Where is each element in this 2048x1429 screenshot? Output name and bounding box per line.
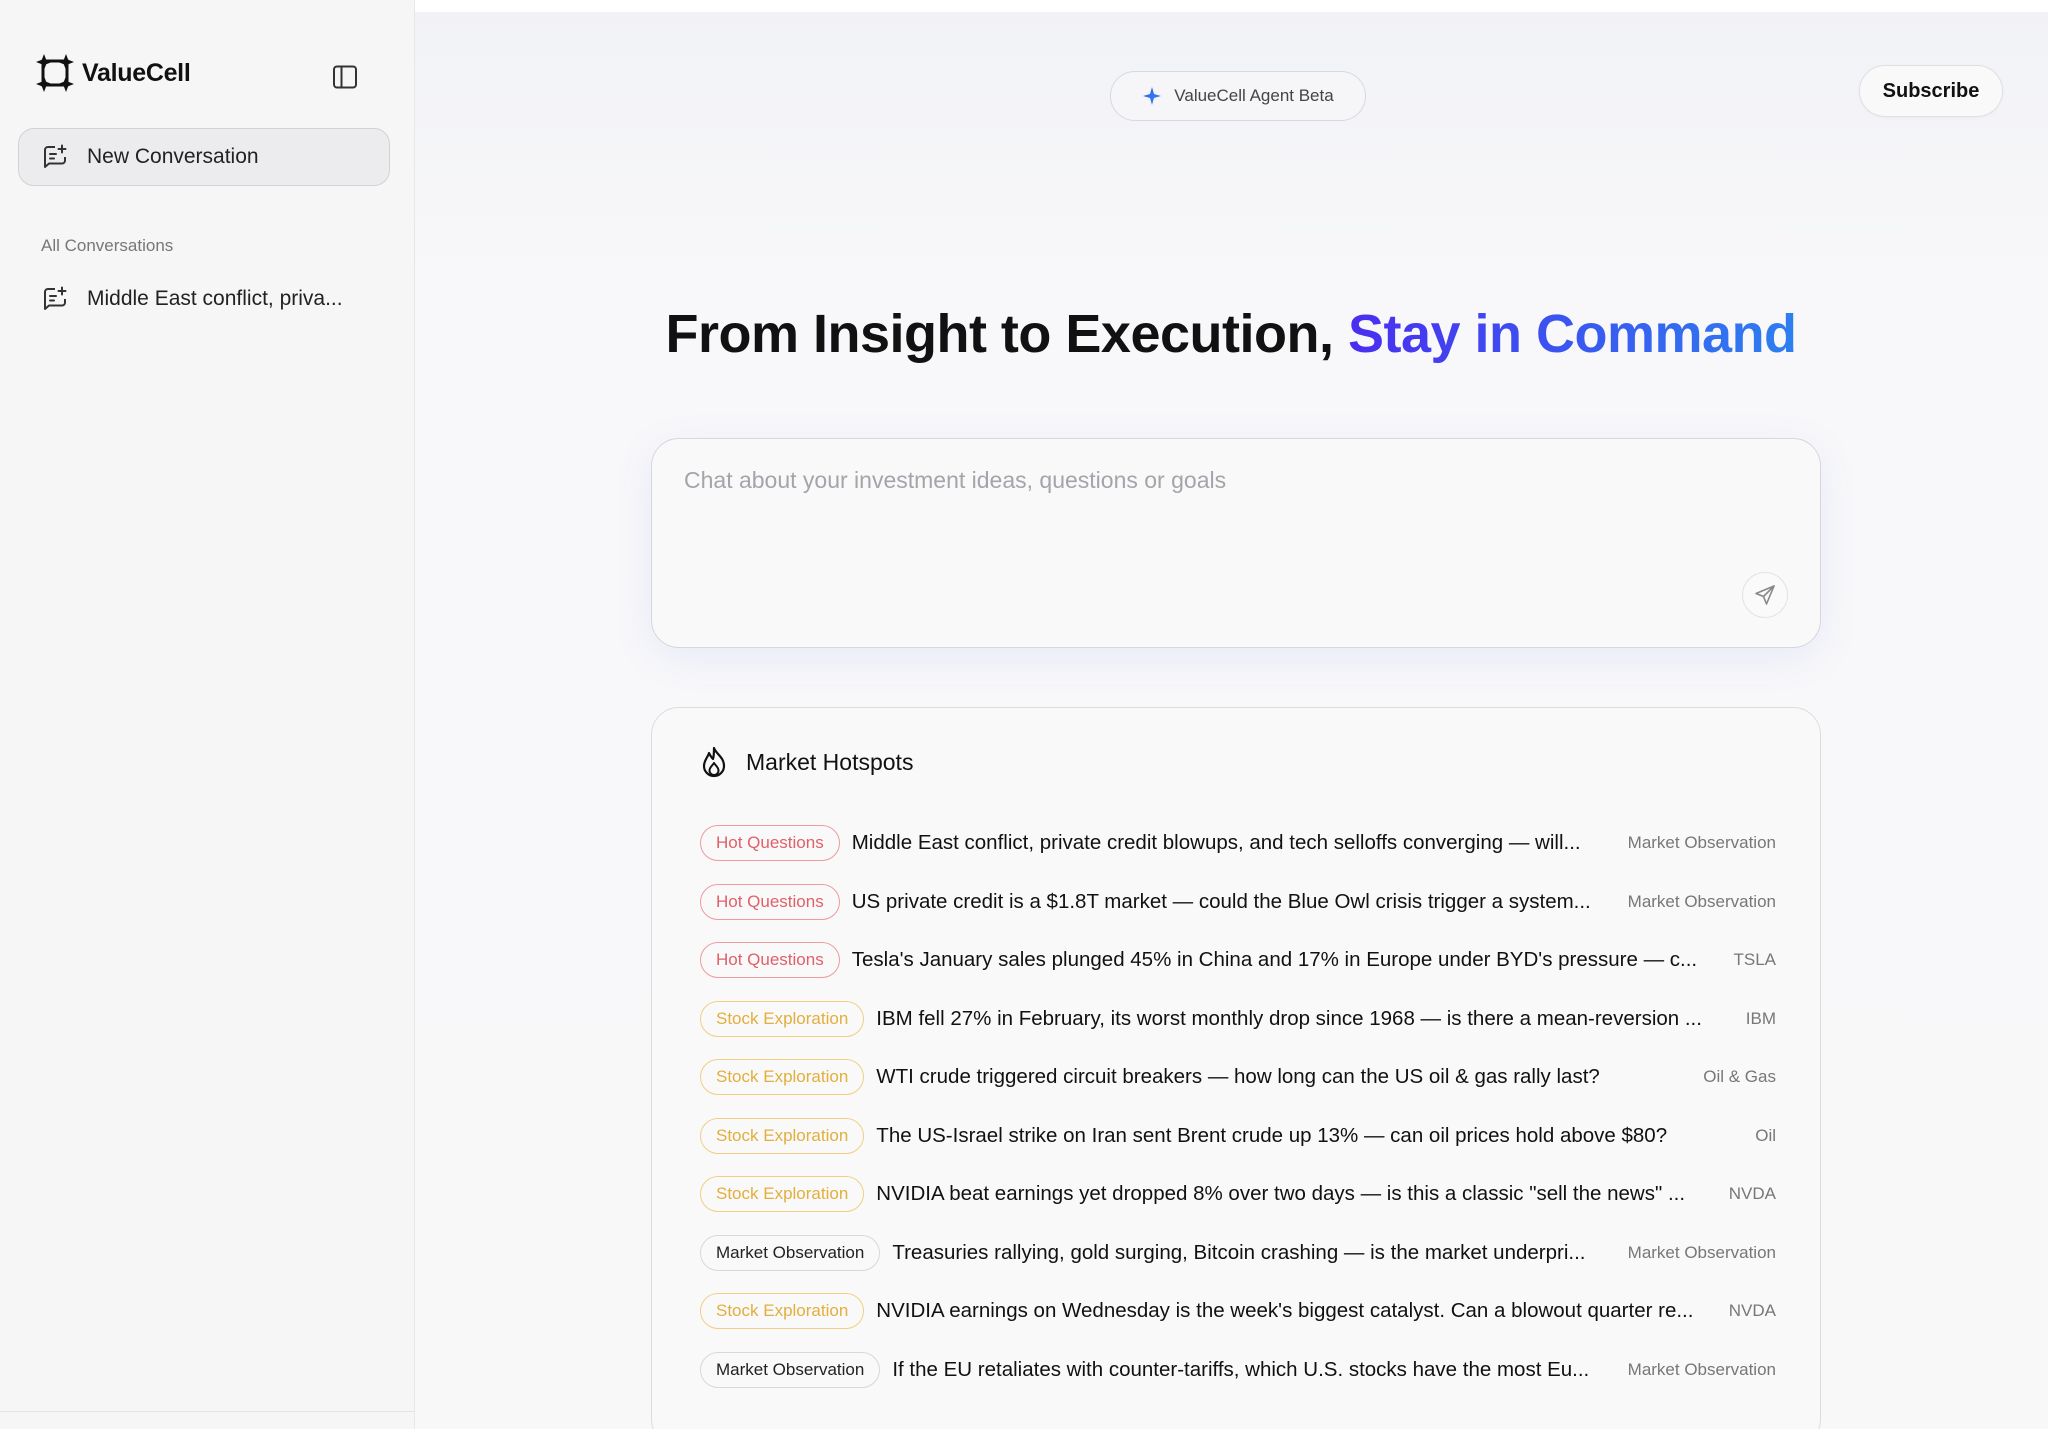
hotspot-item[interactable]: Market Observation If the EU retaliates …	[700, 1341, 1776, 1400]
hotspot-tag: Hot Questions	[700, 883, 840, 920]
agent-beta-badge[interactable]: ValueCell Agent Beta	[1110, 71, 1366, 121]
new-conversation-label: New Conversation	[87, 145, 259, 168]
hotspot-title: Treasuries rallying, gold surging, Bitco…	[892, 1240, 1586, 1264]
hotspot-tag: Stock Exploration	[700, 1000, 865, 1037]
conversation-title: Middle East conflict, priva...	[87, 287, 343, 310]
hotspot-item[interactable]: Stock Exploration The US-Israel strike o…	[700, 1107, 1776, 1166]
agent-beta-label: ValueCell Agent Beta	[1174, 86, 1334, 105]
hotspot-category: Market Observation	[1627, 1242, 1776, 1262]
hotspot-title: US private credit is a $1.8T market — co…	[851, 889, 1591, 913]
hotspot-item[interactable]: Market Observation Treasuries rallying, …	[700, 1224, 1776, 1283]
hotspot-category: Oil & Gas	[1703, 1067, 1776, 1087]
hotspot-item[interactable]: Stock Exploration IBM fell 27% in Februa…	[700, 990, 1776, 1049]
hotspot-tag: Stock Exploration	[700, 1059, 865, 1096]
sidebar-toggle-button[interactable]	[329, 61, 361, 93]
market-hotspots-title: Market Hotspots	[746, 748, 914, 775]
market-hotspots-panel: Market Hotspots Hot Questions Middle Eas…	[651, 707, 1821, 1429]
hotspot-category: IBM	[1745, 1008, 1776, 1028]
subscribe-button[interactable]: Subscribe	[1859, 65, 2003, 117]
sidebar: ValueCell New Conversation All Conversat…	[0, 0, 415, 1429]
hotspot-title: NVIDIA beat earnings yet dropped 8% over…	[876, 1182, 1686, 1206]
hotspot-item[interactable]: Hot Questions Tesla's January sales plun…	[700, 931, 1776, 990]
valuecell-logo-icon	[36, 54, 74, 92]
hotspot-category: TSLA	[1733, 950, 1776, 970]
hotspot-item[interactable]: Hot Questions Middle East conflict, priv…	[700, 814, 1776, 873]
app-window: ValueCell New Conversation All Conversat…	[0, 0, 2048, 1429]
hotspot-category: NVDA	[1728, 1184, 1776, 1204]
hotspot-title: NVIDIA earnings on Wednesday is the week…	[876, 1299, 1694, 1323]
hotspot-title: The US-Israel strike on Iran sent Brent …	[876, 1123, 1668, 1147]
hotspot-item[interactable]: Stock Exploration NVIDIA beat earnings y…	[700, 1165, 1776, 1224]
hero-title-accent: Stay in Command	[1347, 304, 1797, 364]
send-icon	[1755, 585, 1775, 605]
hotspot-title: Middle East conflict, private credit blo…	[851, 831, 1581, 855]
brand-name: ValueCell	[82, 59, 191, 87]
send-button[interactable]	[1742, 572, 1788, 618]
hotspot-category: Market Observation	[1627, 1359, 1776, 1379]
hotspot-tag: Hot Questions	[700, 825, 840, 862]
hotspot-item[interactable]: Stock Exploration NVIDIA earnings on Wed…	[700, 1282, 1776, 1341]
flame-icon	[700, 746, 728, 778]
hotspot-title: WTI crude triggered circuit breakers — h…	[876, 1065, 1600, 1089]
hotspot-category: Market Observation	[1627, 891, 1776, 911]
hotspot-tag: Market Observation	[700, 1234, 881, 1271]
hotspot-title: IBM fell 27% in February, its worst mont…	[876, 1006, 1702, 1030]
sparkle-icon	[1143, 87, 1162, 105]
sidebar-divider	[0, 1411, 415, 1412]
sidebar-header: ValueCell	[0, 12, 414, 116]
chat-input-box	[651, 438, 1821, 648]
hotspot-tag: Stock Exploration	[700, 1293, 865, 1330]
hotspot-tag: Market Observation	[700, 1351, 881, 1388]
hotspot-tag: Stock Exploration	[700, 1117, 865, 1154]
hero-title-main: From Insight to Execution,	[665, 304, 1348, 364]
hero-title: From Insight to Execution, Stay in Comma…	[415, 303, 2047, 365]
chat-input[interactable]	[684, 467, 1764, 587]
hotspot-category: Oil	[1755, 1125, 1776, 1145]
conversation-item[interactable]: Middle East conflict, priva...	[28, 278, 388, 320]
hotspot-item[interactable]: Hot Questions US private credit is a $1.…	[700, 873, 1776, 932]
hotspot-tag: Hot Questions	[700, 942, 840, 979]
hotspot-item[interactable]: Stock Exploration WTI crude triggered ci…	[700, 1048, 1776, 1107]
top-strip	[415, 0, 2048, 12]
hotspot-category: Market Observation	[1627, 833, 1776, 853]
chat-plus-icon	[41, 143, 69, 171]
sidebar-toggle-icon	[333, 65, 357, 89]
market-hotspots-header: Market Hotspots	[700, 746, 913, 778]
new-conversation-button[interactable]: New Conversation	[18, 128, 390, 186]
main-content: ValueCell Agent Beta Subscribe From Insi…	[415, 0, 2048, 1429]
hotspot-category: NVDA	[1728, 1301, 1776, 1321]
chat-plus-icon	[41, 285, 69, 313]
hotspot-tag: Stock Exploration	[700, 1176, 865, 1213]
hotspot-list: Hot Questions Middle East conflict, priv…	[700, 814, 1776, 1399]
hotspot-title: Tesla's January sales plunged 45% in Chi…	[851, 948, 1698, 972]
all-conversations-label: All Conversations	[41, 236, 174, 255]
hotspot-title: If the EU retaliates with counter-tariff…	[892, 1357, 1590, 1381]
